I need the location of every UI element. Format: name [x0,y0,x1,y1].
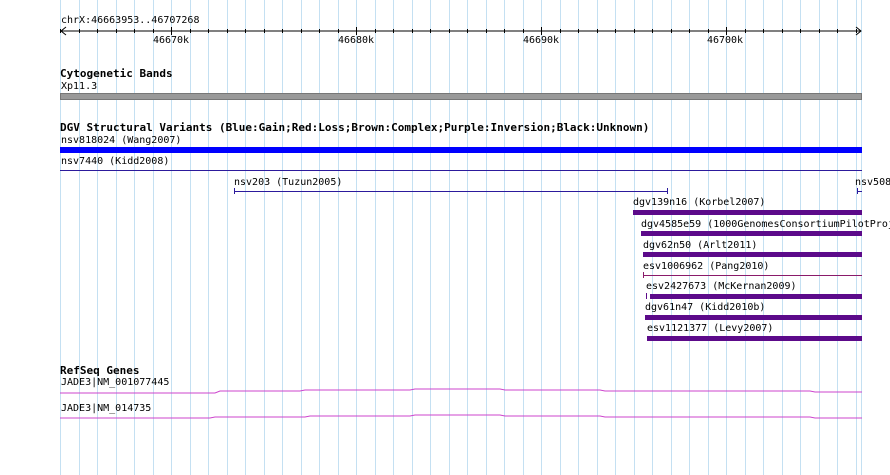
genome-browser-view[interactable]: chrX:46663953..46707268 46670k 46680k 46… [0,0,890,475]
gene-model[interactable] [60,388,862,394]
refseq-gene-models [60,388,862,419]
gene-model[interactable] [60,414,862,419]
